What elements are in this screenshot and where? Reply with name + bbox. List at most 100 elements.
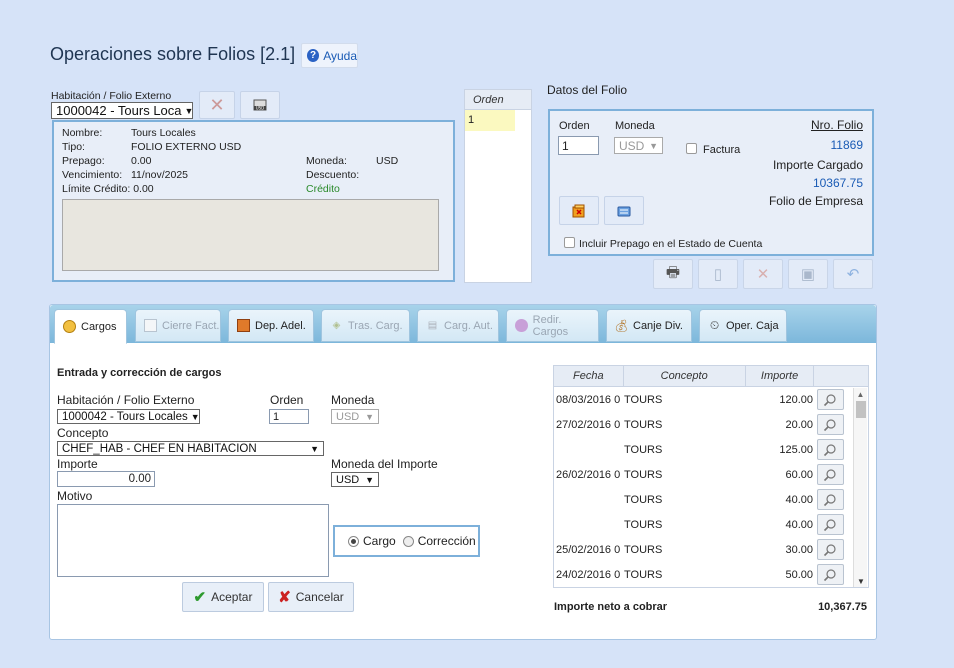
cell-concepto: TOURS [624,468,663,481]
datos-orden-input[interactable]: 1 [558,136,599,155]
tab-canje-div[interactable]: 💰︎ Canje Div. [606,309,692,342]
form-orden-label: Orden [270,393,304,407]
grid-header-concepto[interactable]: Concepto [624,366,746,386]
view-detail-button[interactable] [816,389,844,410]
folder-edit-icon [572,204,585,217]
motivo-label: Motivo [57,489,93,503]
tab-cierre-fact[interactable]: Cierre Fact. [135,309,221,342]
grid-scrollbar[interactable]: ▲ ▼ [853,388,868,587]
new-button[interactable]: ▯ [698,259,738,289]
concepto-select[interactable]: CHEF_HAB - CHEF EN HABITACION ▼ [57,441,324,456]
grid-header-importe[interactable]: Importe [746,366,815,386]
importe-input[interactable]: 0.00 [57,471,155,487]
incluir-prepago-checkbox[interactable]: Incluir Prepago en el Estado de Cuenta [564,235,762,250]
tab-canje-div-label: Canje Div. [633,319,683,332]
tab-cargos[interactable]: Cargos [54,309,127,344]
orden-list: Orden 1 [464,89,532,283]
view-detail-button[interactable] [816,564,844,585]
limite-label: Límite Crédito: [62,183,131,195]
aceptar-button[interactable]: ✔ Aceptar [182,582,264,612]
table-row[interactable]: TOURS 125.00 [554,437,868,462]
table-row[interactable]: 26/02/2016 0 TOURS 60.00 [554,462,868,487]
nombre-value: Tours Locales [131,127,196,139]
table-row[interactable]: TOURS 40.00 [554,487,868,512]
cell-importe: 120.00 [779,393,813,406]
view-detail-button[interactable] [816,464,844,485]
factura-checkbox[interactable]: Factura [686,140,740,156]
vencimiento-label: Vencimiento: [62,169,123,181]
motivo-textarea[interactable] [57,504,329,577]
tab-tras-carg[interactable]: ◈ Tras. Carg. [321,309,410,342]
undo-button[interactable]: ↶ [833,259,873,289]
magnifier-icon [823,468,836,481]
print-button[interactable]: 🖶 [653,259,693,289]
cell-concepto: TOURS [624,568,663,581]
form-habitacion-select[interactable]: 1000042 - Tours Locales ▼ [57,409,200,424]
moneda-info-label: Moneda: [306,155,347,167]
currency-button[interactable]: USD [240,91,280,119]
cargos-grid: Fecha Concepto Importe 08/03/2016 0 TOURS… [553,365,869,588]
table-row[interactable]: 27/02/2016 0 TOURS 20.00 [554,412,868,437]
view-detail-button[interactable] [816,439,844,460]
scroll-down-icon[interactable]: ▼ [854,577,868,586]
total-label: Importe neto a cobrar [554,601,668,613]
currency-usd-icon: USD [253,99,267,111]
chevron-down-icon: ▼ [310,443,319,454]
folio-empresa-label: Folio de Empresa [768,194,863,208]
svg-text:USD: USD [256,106,265,111]
radio-correccion-label: Corrección [417,534,476,548]
moneda-importe-select[interactable]: USD ▼ [331,472,379,487]
clear-button[interactable]: ✕ [199,91,235,119]
tab-redir-cargos[interactable]: Redir. Cargos [506,309,599,342]
printer-icon: 🖶 [665,263,681,281]
datos-orden-label: Orden [559,120,590,132]
factura-checkbox-box[interactable] [686,142,697,154]
datos-moneda-select[interactable]: USD ▼ [614,137,663,154]
view-detail-button[interactable] [816,489,844,510]
scrollbar-thumb[interactable] [855,401,866,418]
tab-dep-adel[interactable]: Dep. Adel. [228,309,314,342]
save-button[interactable]: ▣ [788,259,828,289]
cancelar-button[interactable]: ✘ Cancelar [268,582,354,612]
magnifier-icon [823,568,836,581]
cell-concepto: TOURS [624,518,663,531]
table-row[interactable]: TOURS 40.00 [554,512,868,537]
table-row[interactable]: 08/03/2016 0 TOURS 120.00 [554,387,868,412]
incluir-prepago-label: Incluir Prepago en el Estado de Cuenta [579,238,763,250]
cell-actions [813,464,847,485]
orden-list-row[interactable]: 1 [465,110,515,131]
tipo-radio-group: Cargo Corrección [333,525,480,557]
tab-oper-caja[interactable]: ⏲ Oper. Caja [699,309,787,342]
view-detail-button[interactable] [816,414,844,435]
ticket-button[interactable] [604,196,644,225]
tab-carg-aut[interactable]: ▤ Carg. Aut. [417,309,499,342]
folio-action-button[interactable] [559,196,599,225]
radio-correccion[interactable] [402,535,414,547]
chevron-down-icon: ▼ [649,140,658,151]
cell-importe: 60.00 [785,468,813,481]
grid-header-fecha[interactable]: Fecha [554,366,624,386]
datos-title: Datos del Folio [547,83,628,97]
cell-importe: 50.00 [785,568,813,581]
form-orden-input[interactable]: 1 [269,409,309,424]
help-button[interactable]: ? Ayuda [301,43,358,68]
radio-cargo-label: Cargo [363,534,396,548]
form-moneda-value: USD [336,410,360,423]
form-moneda-label: Moneda [331,393,375,407]
incluir-prepago-box[interactable] [564,237,575,248]
table-row[interactable]: 25/02/2016 0 TOURS 30.00 [554,537,868,562]
descuento-label: Descuento: [306,169,360,181]
redirect-icon [515,319,528,332]
cell-fecha: 26/02/2016 0 [556,468,621,481]
delete-button[interactable]: ✕ [743,259,783,289]
view-detail-button[interactable] [816,514,844,535]
moneda-importe-value: USD [336,473,360,486]
cell-fecha: 25/02/2016 0 [556,543,621,556]
scroll-up-icon[interactable]: ▲ [854,390,867,399]
habitacion-select[interactable]: 1000042 - Tours Loca ▼ [51,102,193,119]
checkmark-icon: ✔ [193,589,207,606]
table-row[interactable]: 24/02/2016 0 TOURS 50.00 [554,562,868,587]
radio-cargo[interactable] [348,535,359,547]
view-detail-button[interactable] [816,539,844,560]
form-moneda-select[interactable]: USD ▼ [331,409,379,424]
